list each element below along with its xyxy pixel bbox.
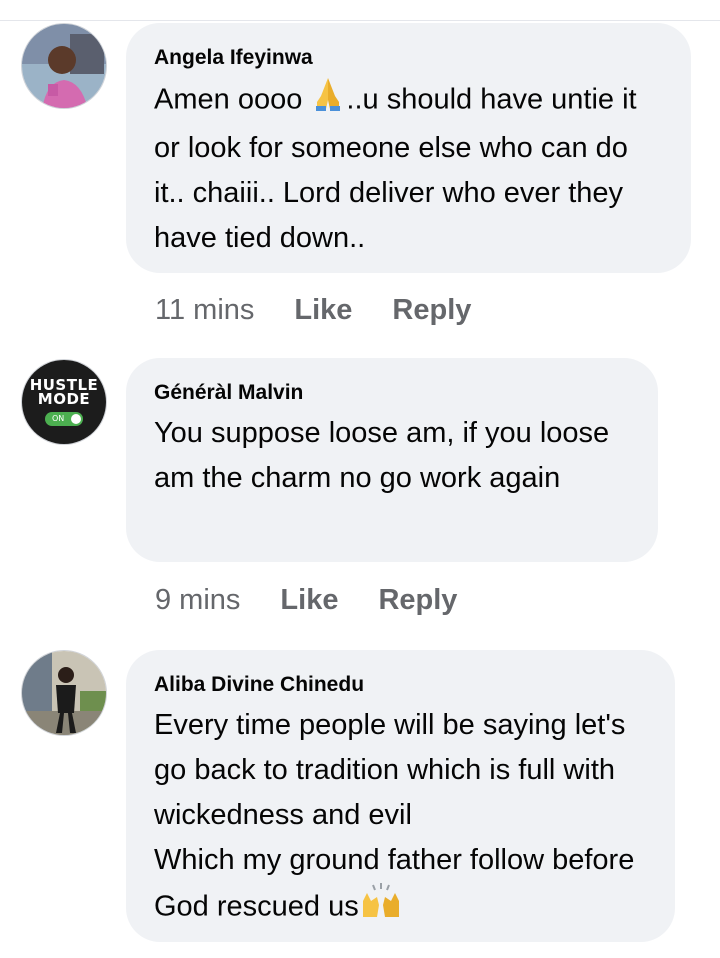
comment-bubble: Généràl Malvin You suppose loose am, if … [126,358,658,562]
comment-text-part: Every time people will be saying let's g… [154,709,634,831]
reply-button[interactable]: Reply [392,294,471,326]
comment-bubble: Aliba Divine Chinedu Every time people w… [126,650,675,942]
comment-text-part: Amen oooo [154,83,311,116]
comment-bubble: Angela Ifeyinwa Amen oooo ..u should hav… [126,23,691,273]
avatar-angela[interactable] [21,23,107,109]
like-button[interactable]: Like [280,584,338,616]
avatar-photo-icon [22,24,106,108]
comment-time[interactable]: 9 mins [155,584,240,616]
avatar-text: MODE [37,390,91,408]
avatar-photo-icon [22,651,106,735]
comment-time[interactable]: 11 mins [155,294,254,326]
like-button[interactable]: Like [294,294,352,326]
comment-actions: 11 mins Like Reply [155,292,471,328]
reply-button[interactable]: Reply [378,584,457,616]
comment-author[interactable]: Aliba Divine Chinedu [154,672,647,698]
avatar-aliba[interactable] [21,650,107,736]
toggle-switch-icon: ON [45,412,83,426]
switch-label: ON [52,414,65,423]
hustle-mode-logo-icon: HUSTLE MODE ON [22,360,106,444]
comment-text: You suppose loose am, if you loose am th… [154,417,618,494]
folded-hands-emoji-icon [310,76,346,126]
comment-actions: 9 mins Like Reply [155,582,457,618]
avatar-general-malvin[interactable]: HUSTLE MODE ON [21,359,107,445]
comment-author[interactable]: Généràl Malvin [154,380,630,406]
comment-text: Every time people will be saying let's g… [154,703,647,933]
raising-hands-emoji-icon [359,883,403,933]
comment-text: Amen oooo ..u should have untie it or lo… [154,76,663,261]
top-divider [0,20,720,21]
comment-author[interactable]: Angela Ifeyinwa [154,45,663,71]
